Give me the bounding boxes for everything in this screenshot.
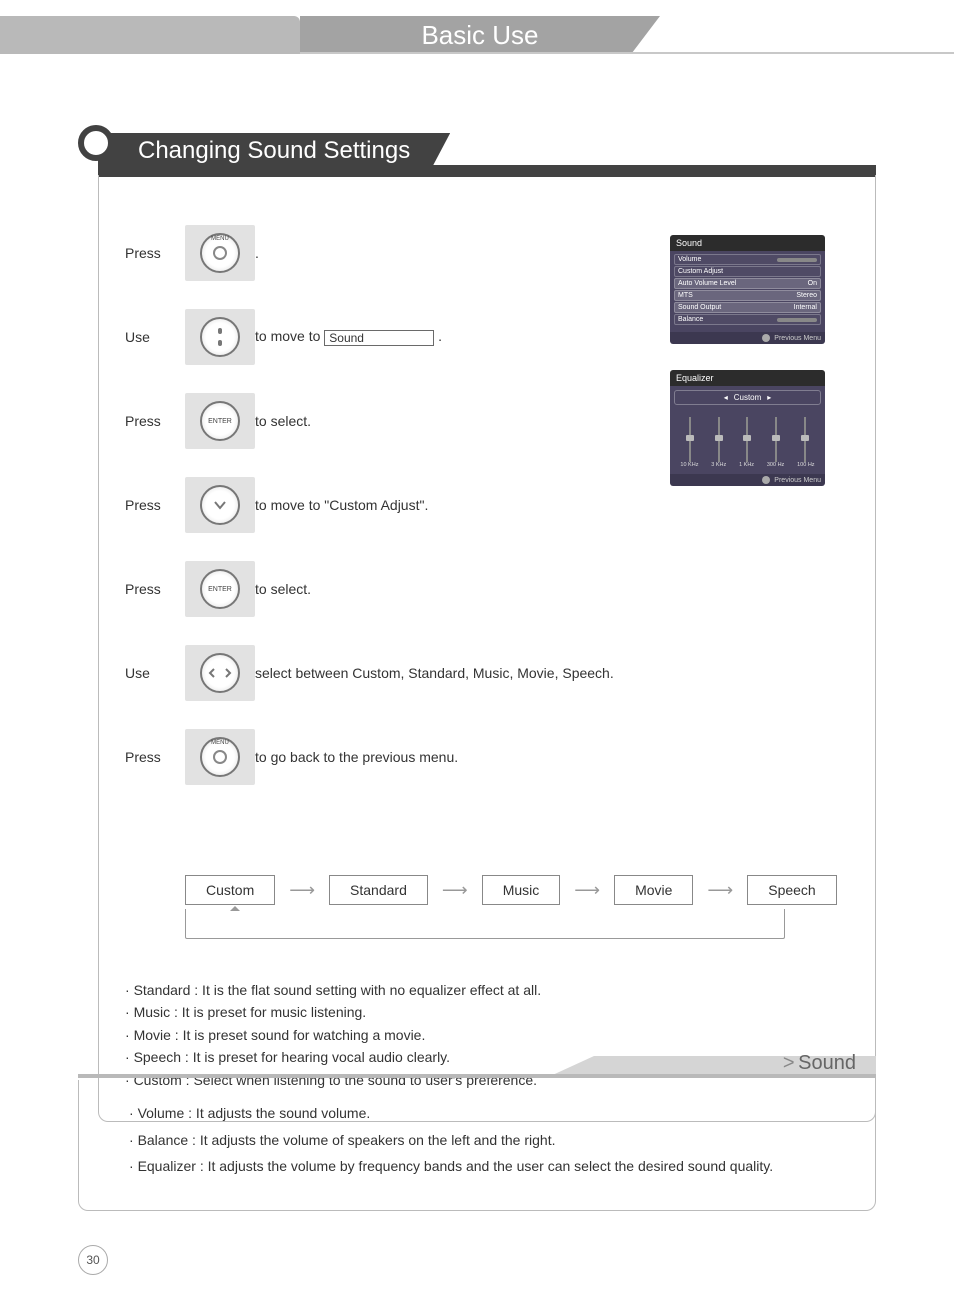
eq-mode: Custom <box>734 393 762 402</box>
osd-row-value: On <box>808 280 817 287</box>
osd-footer-text: Previous Menu <box>774 477 821 484</box>
osd-title: Sound <box>670 235 825 251</box>
step-text-post: . <box>438 328 442 344</box>
chevron-right-icon: ▸ <box>767 393 771 402</box>
page-number: 30 <box>78 1245 108 1275</box>
header-tab-title: Basic Use <box>300 16 660 54</box>
header-tab-left <box>0 16 300 54</box>
osd-footer: Previous Menu <box>670 474 825 486</box>
eq-freq-label: 300 Hz <box>767 462 784 468</box>
eq-slider-icon <box>775 417 777 462</box>
flow-return-arrow-icon <box>185 909 785 939</box>
menu-button-icon: MENU <box>185 729 255 785</box>
arrow-right-icon: ⟶ <box>289 880 315 901</box>
osd-footer: Previous Menu <box>670 332 825 344</box>
sound-tab-underline <box>78 1074 876 1078</box>
back-icon <box>762 476 770 484</box>
eq-slider-icon <box>689 417 691 462</box>
eq-labels: 10 KHz 3 KHz 1 KHz 300 Hz 100 Hz <box>674 462 821 468</box>
eq-freq-label: 100 Hz <box>797 462 814 468</box>
step-desc: to select. <box>255 413 625 429</box>
eq-freq-label: 1 KHz <box>739 462 754 468</box>
osd-sound-screenshot: Sound Volume Custom Adjust Auto Volume L… <box>670 235 825 344</box>
sound-item-volume: Volume : It adjusts the sound volume. <box>129 1100 849 1127</box>
main-section: Changing Sound Settings Press MENU . Use… <box>78 125 876 1122</box>
preset-desc-music: Music : It is preset for music listening… <box>125 1001 849 1023</box>
step-label: Press <box>125 413 185 429</box>
arrow-right-icon: ⟶ <box>707 880 733 901</box>
down-button-icon <box>185 477 255 533</box>
eq-mode-pill: ◂ Custom ▸ <box>674 390 821 405</box>
step-label: Press <box>125 497 185 513</box>
step-label: Press <box>125 581 185 597</box>
dpad-icon <box>185 309 255 365</box>
osd-footer-text: Previous Menu <box>774 335 821 342</box>
sound-tab: Sound <box>78 1050 876 1080</box>
osd-body: ◂ Custom ▸ 10 KHz 3 KHz 1 KHz 300 Hz 100 H… <box>670 386 825 474</box>
preset-flow: Custom ⟶ Standard ⟶ Music ⟶ Movie ⟶ Spee… <box>185 875 849 905</box>
eq-slider-icon <box>804 417 806 462</box>
step-desc: select between Custom, Standard, Music, … <box>255 665 625 681</box>
step-label: Press <box>125 749 185 765</box>
osd-row-label: Sound Output <box>678 304 721 311</box>
section-marker-icon <box>78 125 114 161</box>
sound-body: Volume : It adjusts the sound volume. Ba… <box>78 1080 876 1211</box>
flow-box-speech: Speech <box>747 875 836 905</box>
osd-body: Volume Custom Adjust Auto Volume Level On… <box>670 251 825 332</box>
osd-equalizer-screenshot: Equalizer ◂ Custom ▸ 10 KHz 3 KHz 1 KHz 30… <box>670 370 825 486</box>
flow-box-movie: Movie <box>614 875 693 905</box>
preset-desc-standard: Standard : It is the flat sound setting … <box>125 979 849 1001</box>
back-icon <box>762 334 770 342</box>
step-label: Use <box>125 329 185 345</box>
arrow-right-icon: ⟶ <box>442 880 468 901</box>
page-header: Basic Use <box>0 0 954 54</box>
step-desc: to move to Sound . <box>255 328 625 345</box>
sound-item-equalizer: Equalizer : It adjusts the volume by fre… <box>129 1153 849 1180</box>
eq-slider-icon <box>718 417 720 462</box>
content-frame: Press MENU . Use to move to Sound . Pres… <box>98 175 876 1122</box>
step-desc: . <box>255 245 625 261</box>
step-label: Press <box>125 245 185 261</box>
enter-button-icon: ENTER <box>185 561 255 617</box>
osd-row-label: Auto Volume Level <box>678 280 736 287</box>
eq-freq-label: 10 KHz <box>680 462 698 468</box>
osd-row-label: Volume <box>678 256 701 263</box>
step-desc: to select. <box>255 581 625 597</box>
eq-slider-icon <box>746 417 748 462</box>
sound-section: Sound Volume : It adjusts the sound volu… <box>78 1050 876 1211</box>
osd-row-value: Stereo <box>796 292 817 299</box>
step-desc: to move to "Custom Adjust". <box>255 497 625 513</box>
volume-bar-icon <box>777 258 817 262</box>
osd-title: Equalizer <box>670 370 825 386</box>
section-header: Changing Sound Settings <box>78 125 876 175</box>
osd-row-label: MTS <box>678 292 693 299</box>
preset-desc-movie: Movie : It is preset sound for watching … <box>125 1024 849 1046</box>
osd-row-label: Balance <box>678 316 703 323</box>
sound-option-box: Sound <box>324 330 434 346</box>
arrow-right-icon: ⟶ <box>574 880 600 901</box>
left-right-icon <box>185 645 255 701</box>
sound-item-balance: Balance : It adjusts the volume of speak… <box>129 1127 849 1154</box>
osd-row-label: Custom Adjust <box>678 268 723 275</box>
eq-sliders <box>674 407 821 462</box>
flow-box-music: Music <box>482 875 561 905</box>
chevron-left-icon: ◂ <box>724 393 728 402</box>
steps-grid: Press MENU . Use to move to Sound . Pres… <box>125 225 625 785</box>
eq-freq-label: 3 KHz <box>711 462 726 468</box>
balance-bar-icon <box>777 318 817 322</box>
step-label: Use <box>125 665 185 681</box>
sound-tab-title: Sound <box>783 1052 856 1075</box>
flow-box-standard: Standard <box>329 875 428 905</box>
enter-button-icon: ENTER <box>185 393 255 449</box>
header-underline <box>300 52 954 54</box>
step-text-pre: to move to <box>255 328 324 344</box>
step-desc: to go back to the previous menu. <box>255 749 625 765</box>
menu-button-icon: MENU <box>185 225 255 281</box>
osd-row-value: Internal <box>794 304 817 311</box>
